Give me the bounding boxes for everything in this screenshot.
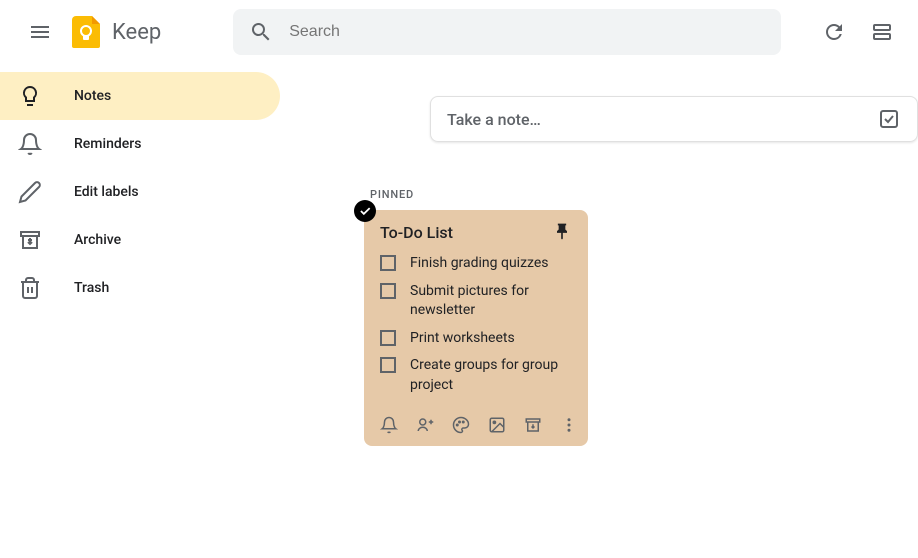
bell-icon	[18, 132, 42, 156]
person-add-icon	[416, 416, 434, 434]
app-name: Keep	[112, 20, 161, 45]
sidebar: Notes Reminders Edit labels Archive Tras…	[0, 64, 280, 312]
search-bar[interactable]	[233, 9, 781, 55]
sidebar-item-reminders[interactable]: Reminders	[0, 120, 280, 168]
new-list-button[interactable]	[877, 107, 901, 131]
sidebar-item-label: Edit labels	[74, 184, 139, 200]
pin-icon	[552, 222, 572, 242]
take-note-input[interactable]: Take a note…	[430, 96, 918, 142]
note-toolbar	[380, 412, 572, 438]
sidebar-item-label: Reminders	[74, 136, 141, 152]
hamburger-icon	[28, 20, 52, 44]
note-title: To-Do List	[380, 223, 453, 242]
keep-logo-icon	[68, 14, 104, 50]
sidebar-item-label: Notes	[74, 88, 111, 104]
more-button[interactable]	[560, 416, 578, 434]
main-menu-button[interactable]	[16, 8, 64, 56]
trash-icon	[18, 276, 42, 300]
take-note-placeholder: Take a note…	[447, 110, 877, 129]
sidebar-item-trash[interactable]: Trash	[0, 264, 280, 312]
archive-icon	[524, 416, 542, 434]
pinned-section-label: PINNED	[370, 188, 414, 201]
palette-icon	[452, 416, 470, 434]
background-options-button[interactable]	[452, 416, 470, 434]
sidebar-item-notes[interactable]: Notes	[0, 72, 280, 120]
remind-me-button[interactable]	[380, 416, 398, 434]
bell-icon	[380, 416, 398, 434]
search-icon	[249, 20, 273, 44]
checklist-item-text: Print worksheets	[410, 329, 515, 349]
more-vert-icon	[560, 416, 578, 434]
pencil-icon	[18, 180, 42, 204]
list-view-icon	[870, 20, 894, 44]
view-toggle-button[interactable]	[862, 12, 902, 52]
checkbox-unchecked-icon[interactable]	[380, 283, 396, 299]
checklist-item[interactable]: Submit pictures for newsletter	[380, 282, 572, 321]
image-icon	[488, 416, 506, 434]
checklist-item[interactable]: Finish grading quizzes	[380, 254, 572, 274]
pin-button[interactable]	[552, 222, 572, 242]
app-logo: Keep	[68, 14, 161, 50]
refresh-icon	[822, 20, 846, 44]
sidebar-item-label: Trash	[74, 280, 109, 296]
lightbulb-icon	[18, 84, 42, 108]
refresh-button[interactable]	[814, 12, 854, 52]
checklist-item[interactable]: Print worksheets	[380, 329, 572, 349]
archive-icon	[18, 228, 42, 252]
checklist-item-text: Submit pictures for newsletter	[410, 282, 572, 321]
sidebar-item-archive[interactable]: Archive	[0, 216, 280, 264]
checkbox-unchecked-icon[interactable]	[380, 330, 396, 346]
sidebar-item-label: Archive	[74, 232, 121, 248]
checkbox-icon	[877, 107, 901, 131]
main-content: Take a note… PINNED To-Do List Finish gr…	[280, 64, 918, 558]
select-note-button[interactable]	[354, 200, 376, 222]
checklist-item-text: Finish grading quizzes	[410, 254, 549, 274]
check-icon	[358, 204, 372, 218]
checklist-item[interactable]: Create groups for group project	[380, 356, 572, 395]
collaborator-button[interactable]	[416, 416, 434, 434]
note-card[interactable]: To-Do List Finish grading quizzes Submit…	[364, 210, 588, 446]
add-image-button[interactable]	[488, 416, 506, 434]
checkbox-unchecked-icon[interactable]	[380, 357, 396, 373]
checklist-item-text: Create groups for group project	[410, 356, 572, 395]
archive-button[interactable]	[524, 416, 542, 434]
checkbox-unchecked-icon[interactable]	[380, 255, 396, 271]
sidebar-item-edit-labels[interactable]: Edit labels	[0, 168, 280, 216]
header: Keep	[0, 0, 918, 64]
search-input[interactable]	[289, 23, 765, 41]
checklist: Finish grading quizzes Submit pictures f…	[380, 254, 572, 396]
